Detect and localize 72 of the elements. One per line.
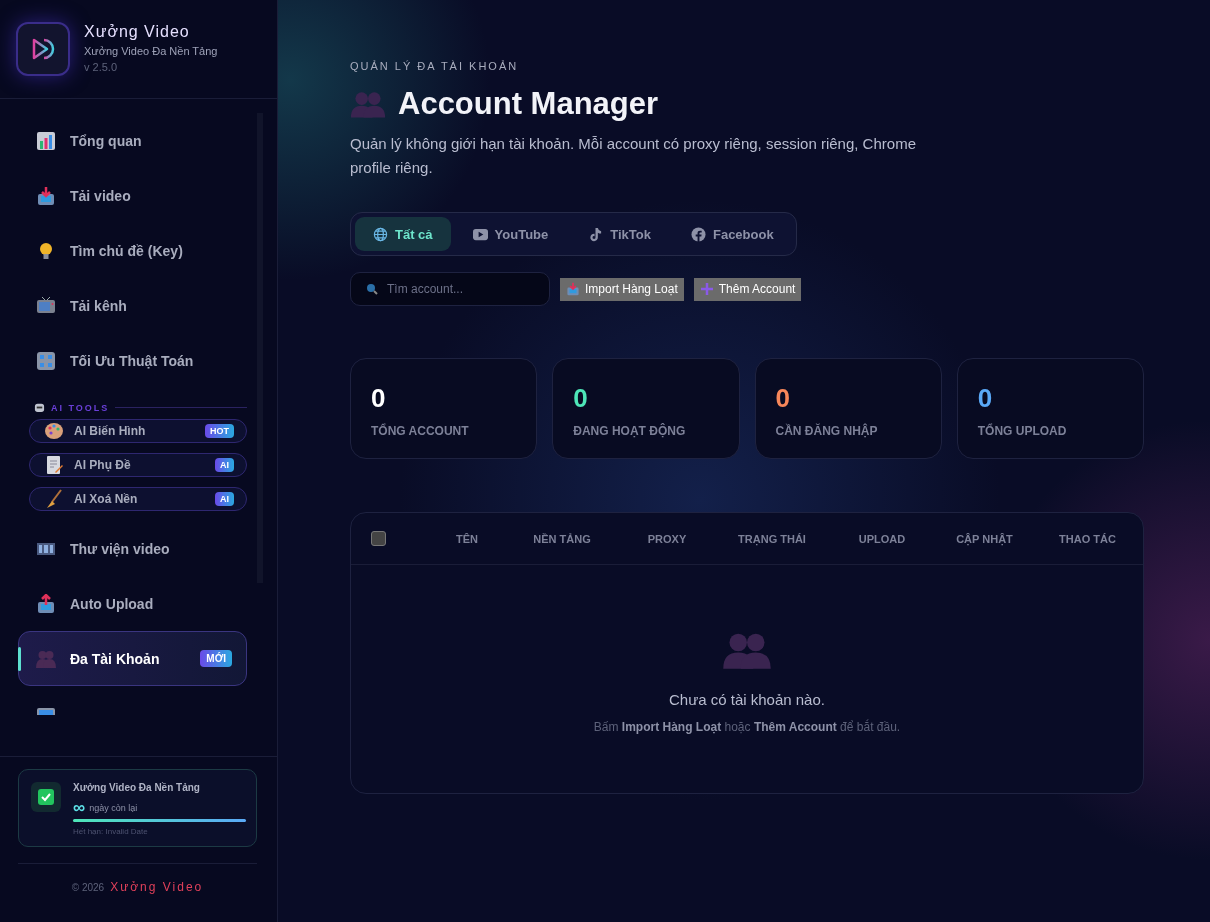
- license-title: Xưởng Video Đa Nền Tảng: [73, 782, 201, 793]
- platform-tab[interactable]: Facebook: [672, 217, 792, 251]
- app-name: Xưởng Video: [84, 23, 191, 41]
- control-panel-icon: [36, 350, 56, 371]
- badge: AI: [215, 492, 234, 506]
- check-icon: [38, 789, 54, 805]
- people-icon: [350, 90, 386, 118]
- add-button[interactable]: Thêm Account: [693, 277, 802, 301]
- facebook-icon: [690, 226, 706, 242]
- stat-label: ĐANG HOẠT ĐỘNG: [573, 424, 687, 438]
- search-icon: [366, 283, 378, 295]
- plus-icon: [699, 282, 714, 296]
- nav-item[interactable]: Tải kênh: [18, 278, 247, 333]
- platform-tab[interactable]: YouTube: [454, 217, 567, 251]
- column-header: PROXY: [646, 532, 688, 545]
- days-label: ngày còn lại: [89, 803, 138, 813]
- palette-icon: [44, 421, 64, 441]
- days-remaining: ∞: [73, 802, 86, 814]
- page-description: Quản lý không giới hạn tài khoản. Mỗi account có proxy riêng, session riêng, Chrome profile riêng.: [350, 134, 917, 178]
- import-button[interactable]: Import Hàng Loạt: [560, 277, 684, 301]
- empty-title: Chưa có tài khoản nào.: [669, 691, 825, 708]
- platform-tab[interactable]: TikTok: [570, 217, 669, 251]
- column-header: NỀN TẢNG: [532, 532, 592, 545]
- badge: MỚI: [200, 650, 232, 667]
- ai-tool-item[interactable]: AI Phụ Đề AI: [29, 453, 247, 477]
- stat-label: TỔNG UPLOAD: [977, 424, 1068, 438]
- nav-item[interactable]: Tối Ưu Thuật Toán: [18, 333, 247, 388]
- stat-label: TỔNG ACCOUNT: [371, 424, 470, 438]
- select-all-checkbox[interactable]: [371, 531, 386, 546]
- column-header: TÊN: [455, 532, 479, 545]
- upload-tray-icon: [36, 593, 56, 614]
- badge: HOT: [205, 424, 234, 438]
- page-eyebrow: QUẢN LÝ ĐA TÀI KHOẢN: [350, 60, 520, 72]
- bar-chart-icon: [36, 130, 56, 151]
- music-note-icon: [588, 226, 604, 242]
- app-version: v 2.5.0: [84, 61, 119, 73]
- stat-value: 0: [573, 383, 589, 414]
- nav-item[interactable]: Thư viện video: [18, 521, 247, 576]
- stat-label: CẦN ĐĂNG NHẬP: [775, 424, 879, 438]
- people-icon: [36, 648, 56, 669]
- people-icon: [722, 631, 772, 669]
- broom-icon: [44, 489, 64, 509]
- television-icon: [36, 295, 56, 316]
- column-header: TRẠNG THÁI: [737, 532, 807, 545]
- stat-value: 0: [371, 383, 387, 414]
- document-pencil-icon: [44, 455, 64, 475]
- nav-item[interactable]: Tải video: [18, 168, 247, 223]
- app-subtitle: Xưởng Video Đa Nền Tảng: [84, 45, 218, 57]
- nav-item[interactable]: Auto Upload: [18, 576, 247, 631]
- play-icon: [472, 226, 488, 242]
- page-title: Account Manager: [398, 86, 659, 122]
- section-heading: AI TOOLS: [51, 402, 110, 413]
- badge: AI: [215, 458, 234, 472]
- globe-icon: [373, 226, 388, 242]
- nav-item[interactable]: Đa Tài Khoản MỚI: [18, 631, 247, 686]
- stat-value: 0: [775, 383, 791, 414]
- empty-hint: Bấm Import Hàng Loạt hoặc Thêm Account để bắt đầu.: [593, 720, 901, 734]
- download-tray-icon: [566, 282, 580, 296]
- ai-tool-item[interactable]: AI Biến Hình HOT: [29, 419, 247, 443]
- footer-brand: Xưởng Video: [110, 880, 204, 894]
- ai-tool-item[interactable]: AI Xoá Nền AI: [29, 487, 247, 511]
- platform-tab[interactable]: Tất cả: [355, 217, 451, 251]
- nav-item[interactable]: Tìm chủ đề (Key): [18, 223, 247, 278]
- download-tray-icon: [36, 185, 56, 206]
- copyright: © 2026: [71, 882, 105, 893]
- app-logo: [16, 22, 70, 76]
- search-field[interactable]: Tìm account...: [350, 272, 550, 306]
- nav-item[interactable]: Tổng quan: [18, 113, 247, 168]
- column-header: THAO TÁC: [1058, 532, 1117, 545]
- column-header: CẬP NHẬT: [955, 532, 1014, 545]
- stat-value: 0: [977, 383, 994, 414]
- column-header: UPLOAD: [857, 532, 907, 545]
